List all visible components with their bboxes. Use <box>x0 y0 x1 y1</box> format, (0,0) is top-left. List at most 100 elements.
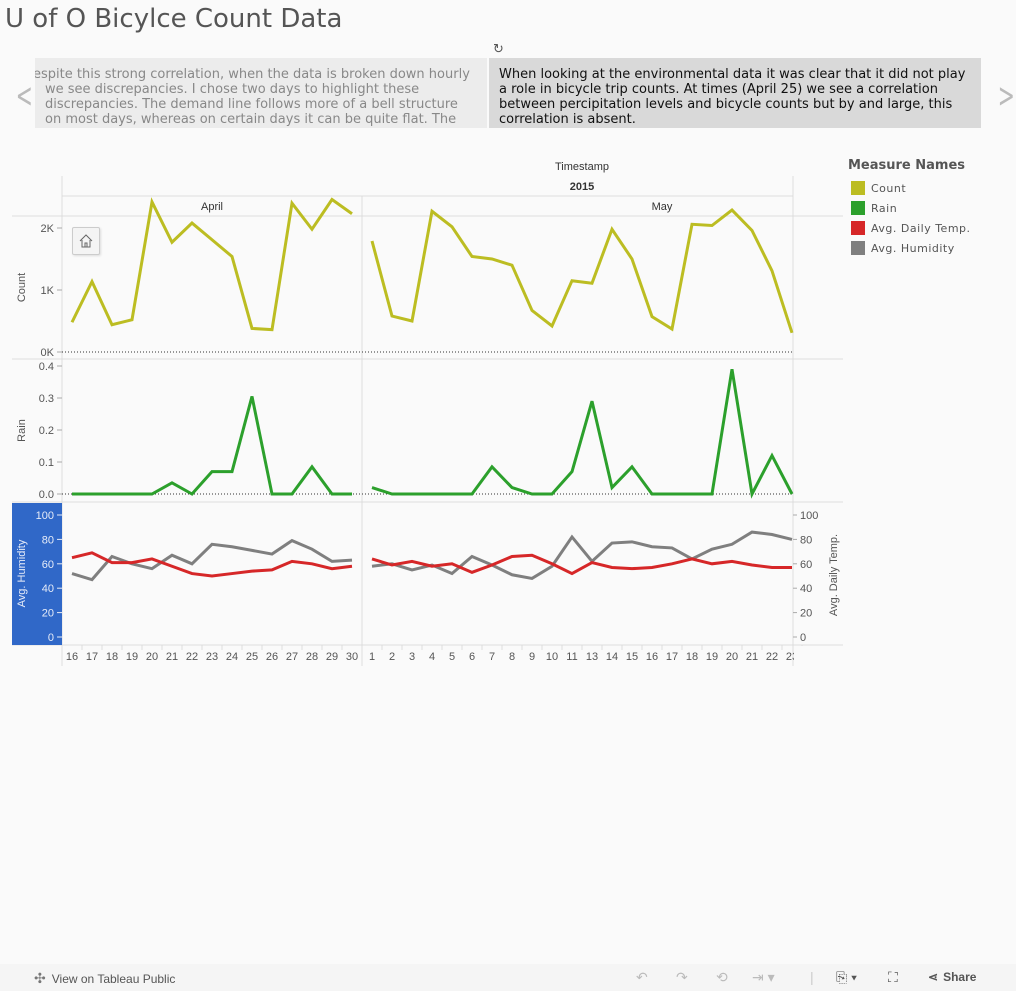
x-tick-label: 17 <box>86 651 98 663</box>
divider: | <box>810 969 814 985</box>
y-tick-label: 0 <box>48 632 54 644</box>
y-tick-label: 0.0 <box>39 489 54 501</box>
x-tick-label: 25 <box>246 651 258 663</box>
undo-icon[interactable]: ↶ <box>636 969 648 986</box>
chart: Timestamp 2015 April May Count0K1K2KRain… <box>12 161 843 666</box>
legend-item-temp[interactable]: Avg. Daily Temp. <box>848 218 971 238</box>
y2-tick-label: 80 <box>800 534 812 546</box>
header-field: Timestamp <box>555 161 609 173</box>
x-tick-label: 8 <box>509 651 515 663</box>
share-label: Share <box>943 970 977 984</box>
x-tick-label: 21 <box>746 651 758 663</box>
x-tick-label: 14 <box>606 651 618 663</box>
y-tick-label: 40 <box>42 583 54 595</box>
view-label: View on Tableau Public <box>51 971 176 986</box>
y2-tick-label: 0 <box>800 632 806 644</box>
x-tick-label: 19 <box>126 651 138 663</box>
series-line-avg-humidity-april <box>71 538 353 582</box>
y-tick-label: 20 <box>42 608 54 620</box>
x-tick-label: 26 <box>266 651 278 663</box>
axis-title-right: Avg. Daily Temp. <box>828 534 840 616</box>
header-month-april: April <box>201 201 223 213</box>
x-tick-label: 9 <box>529 651 535 663</box>
legend-label: Avg. Humidity <box>871 241 955 255</box>
redo-icon[interactable]: ↷ <box>676 969 688 986</box>
legend-item-count[interactable]: Count <box>848 178 971 198</box>
y-tick-label: 0K <box>41 347 55 359</box>
x-tick-label: 3 <box>409 651 415 663</box>
x-tick-label: 28 <box>306 651 318 663</box>
refresh-icon[interactable]: ⇥ ▾ <box>752 969 775 986</box>
x-tick-label: 16 <box>66 651 78 663</box>
x-tick-label: 27 <box>286 651 298 663</box>
y-tick-label: 0.2 <box>39 425 54 437</box>
x-tick-label: 15 <box>626 651 638 663</box>
home-icon <box>79 234 93 248</box>
legend-swatch <box>851 221 865 235</box>
x-tick-label: 4 <box>429 651 435 663</box>
y-tick-label: 0.4 <box>39 361 54 373</box>
header-year: 2015 <box>570 181 594 193</box>
toolbar: ✣ View on Tableau Public ↶ ↷ ⟲ ⇥ ▾ | ⎘ ▾… <box>0 964 1016 991</box>
y2-tick-label: 20 <box>800 608 812 620</box>
x-tick-label: 30 <box>346 651 358 663</box>
x-tick-label: 16 <box>646 651 658 663</box>
legend-label: Count <box>871 181 907 195</box>
series-line-avg-humidity-may <box>371 530 793 581</box>
x-tick-label: 18 <box>106 651 118 663</box>
legend-swatch <box>851 201 865 215</box>
legend-label: Avg. Daily Temp. <box>871 221 971 235</box>
x-tick-label: 22 <box>766 651 778 663</box>
series-line-count-may <box>370 208 794 334</box>
x-tick-label: 23 <box>206 651 218 663</box>
clip-mask <box>794 646 843 666</box>
legend: Measure Names Count Rain Avg. Daily Temp… <box>848 158 971 258</box>
x-tick-label: 7 <box>489 651 495 663</box>
x-tick-label: 19 <box>706 651 718 663</box>
x-tick-label: 29 <box>326 651 338 663</box>
x-tick-label: 1 <box>369 651 375 663</box>
x-tick-label: 17 <box>666 651 678 663</box>
x-tick-label: 6 <box>469 651 475 663</box>
x-tick-label: 24 <box>226 651 238 663</box>
x-tick-label: 13 <box>586 651 598 663</box>
x-tick-label: 2 <box>389 651 395 663</box>
tableau-logo-icon: ✣ <box>34 970 46 986</box>
legend-label: Rain <box>871 201 898 215</box>
fullscreen-icon[interactable]: ⛶ <box>888 969 898 986</box>
series-line-rain-may <box>371 368 794 499</box>
legend-swatch <box>851 241 865 255</box>
y-tick-label: 1K <box>41 285 55 297</box>
x-tick-label: 5 <box>449 651 455 663</box>
series-line-count-april <box>70 197 353 332</box>
legend-title: Measure Names <box>848 158 966 173</box>
y2-tick-label: 100 <box>800 510 818 522</box>
axis-title: Rain <box>16 419 28 442</box>
y-tick-label: 2K <box>41 223 55 235</box>
x-tick-label: 18 <box>686 651 698 663</box>
x-tick-label: 20 <box>146 651 158 663</box>
legend-item-rain[interactable]: Rain <box>848 198 971 218</box>
x-tick-label: 11 <box>566 651 577 663</box>
y-tick-label: 0.3 <box>39 393 54 405</box>
share-button[interactable]: ⋖ Share <box>928 970 976 984</box>
x-tick-label: 22 <box>186 651 198 663</box>
home-button[interactable] <box>72 227 100 255</box>
x-tick-label: 10 <box>546 651 558 663</box>
y-tick-label: 100 <box>36 510 54 522</box>
download-icon[interactable]: ⎘ ▾ <box>836 969 857 986</box>
view-on-tableau-link[interactable]: ✣ View on Tableau Public <box>34 970 175 987</box>
series-line-rain-april <box>72 396 352 496</box>
x-tick-label: 20 <box>726 651 738 663</box>
y2-tick-label: 40 <box>800 583 812 595</box>
y2-tick-label: 60 <box>800 559 812 571</box>
x-tick-label: 21 <box>166 651 178 663</box>
y-tick-label: 80 <box>42 534 54 546</box>
axis-title: Count <box>16 273 28 302</box>
revert-icon[interactable]: ⟲ <box>716 969 728 986</box>
series-line-avg-daily-temp--may <box>371 553 792 576</box>
legend-item-humidity[interactable]: Avg. Humidity <box>848 238 971 258</box>
legend-swatch <box>851 181 865 195</box>
axis-title: Avg. Humidity <box>16 539 28 607</box>
header-month-may: May <box>652 201 673 213</box>
